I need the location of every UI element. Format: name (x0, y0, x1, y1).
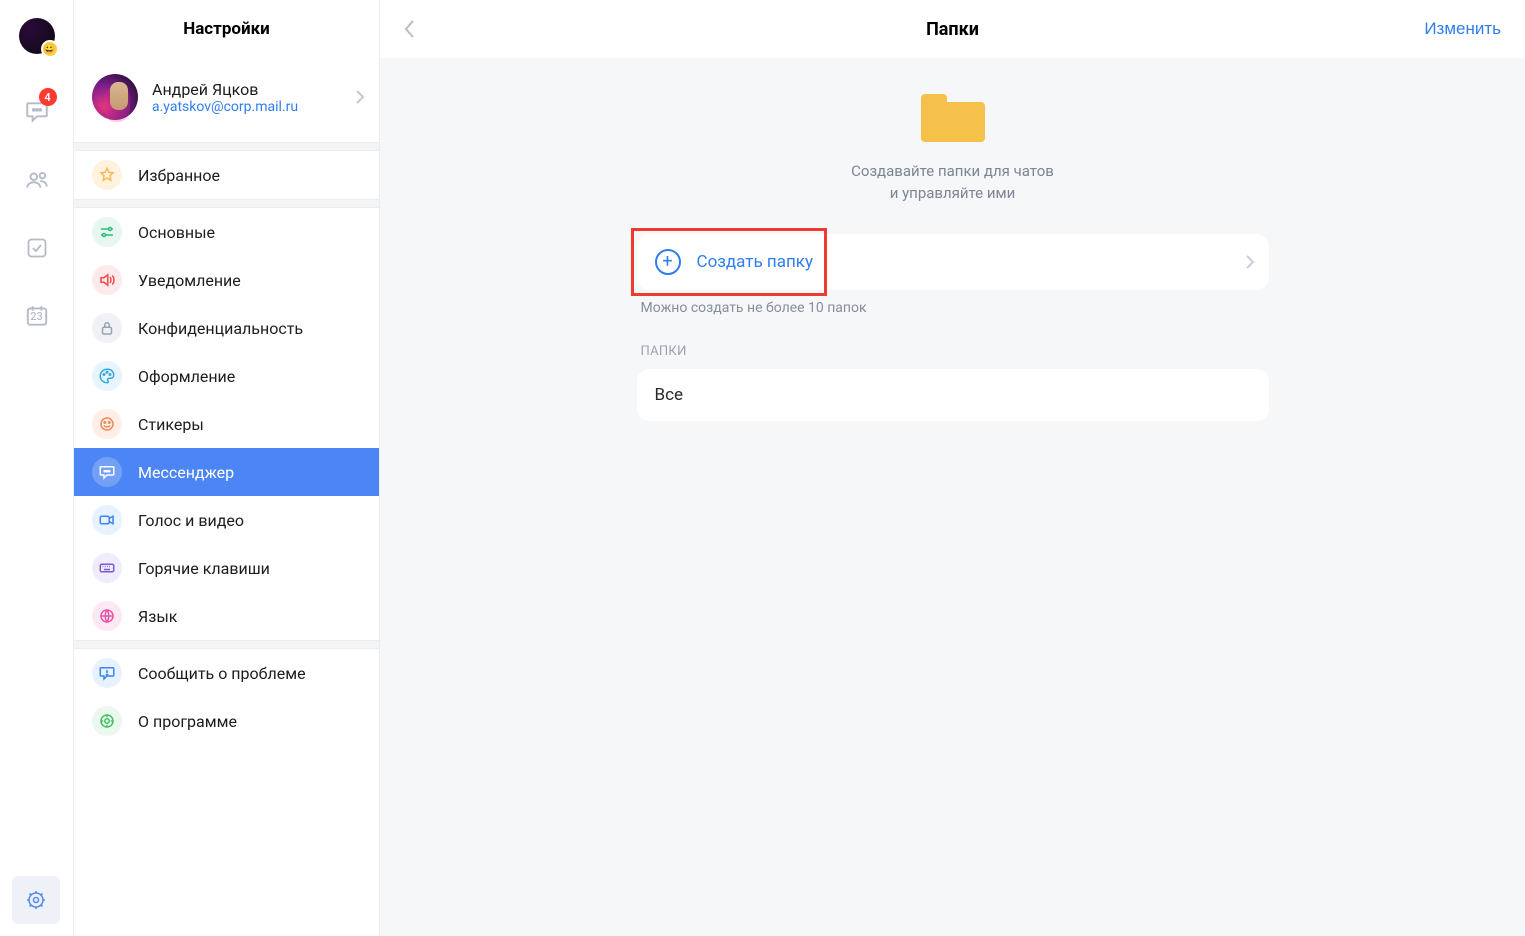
rail-contacts-button[interactable] (17, 160, 57, 200)
status-emoji-icon: 😀 (41, 40, 59, 58)
settings-item-language[interactable]: Язык (74, 592, 379, 640)
folder-item-all[interactable]: Все (655, 385, 1251, 405)
report-icon (92, 658, 122, 688)
globe-icon (92, 601, 122, 631)
hero-line-1: Создавайте папки для чатов (851, 160, 1054, 182)
settings-item-label: О программе (138, 712, 237, 731)
settings-item-label: Уведомление (138, 271, 241, 290)
speaker-icon (92, 265, 122, 295)
video-icon (92, 505, 122, 535)
topbar: Папки Изменить (380, 0, 1525, 58)
settings-item-general[interactable]: Основные (74, 208, 379, 256)
checkbox-icon (25, 236, 49, 260)
unread-badge: 4 (39, 88, 57, 106)
folder-list: Все (637, 369, 1269, 421)
about-icon (92, 706, 122, 736)
calendar-day-label: 23 (30, 310, 43, 323)
plus-circle-icon: + (655, 249, 681, 275)
settings-item-label: Мессенджер (138, 463, 234, 482)
settings-title: Настройки (74, 0, 379, 58)
settings-item-label: Стикеры (138, 415, 204, 434)
rail-tasks-button[interactable] (17, 228, 57, 268)
main-content: Папки Изменить Создавайте папки для чато… (380, 0, 1525, 936)
center-column: + Создать папку Можно создать не более 1… (637, 214, 1269, 421)
settings-item-label: Избранное (138, 166, 220, 185)
settings-item-report[interactable]: Сообщить о проблеме (74, 649, 379, 697)
settings-item-messenger[interactable]: Мессенджер (74, 448, 379, 496)
rail-chats-button[interactable]: 4 (17, 92, 57, 132)
rail-settings-button[interactable] (12, 876, 60, 924)
chat-icon (92, 457, 122, 487)
chevron-right-icon (1245, 254, 1255, 270)
settings-column: Настройки Андрей Яцков a.yatskov@corp.ma… (74, 0, 380, 936)
chevron-left-icon (404, 19, 416, 39)
star-icon (92, 160, 122, 190)
profile-info: Андрей Яцков a.yatskov@corp.mail.ru (152, 80, 298, 115)
edit-button[interactable]: Изменить (1424, 19, 1501, 39)
lock-icon (92, 313, 122, 343)
sliders-icon (92, 217, 122, 247)
settings-item-label: Горячие клавиши (138, 559, 270, 578)
settings-item-notifications[interactable]: Уведомление (74, 256, 379, 304)
profile-avatar (92, 74, 138, 120)
profile-email: a.yatskov@corp.mail.ru (152, 99, 298, 115)
divider (74, 142, 379, 151)
settings-item-label: Сообщить о проблеме (138, 664, 306, 683)
folder-icon (921, 94, 985, 140)
settings-item-favorites[interactable]: Избранное (74, 151, 379, 199)
divider (74, 199, 379, 208)
page-title: Папки (380, 19, 1525, 40)
gear-icon (24, 888, 48, 912)
back-button[interactable] (404, 19, 416, 39)
divider (74, 640, 379, 649)
settings-item-hotkeys[interactable]: Горячие клавиши (74, 544, 379, 592)
current-user-avatar[interactable]: 😀 (19, 18, 55, 54)
palette-icon (92, 361, 122, 391)
smile-icon (92, 409, 122, 439)
settings-item-privacy[interactable]: Конфиденциальность (74, 304, 379, 352)
create-folder-hint: Можно создать не более 10 папок (641, 300, 1265, 316)
settings-item-stickers[interactable]: Стикеры (74, 400, 379, 448)
hero: Создавайте папки для чатов и управляйте … (380, 58, 1525, 214)
settings-item-label: Язык (138, 607, 177, 626)
navigation-rail: 😀 4 23 (0, 0, 74, 936)
create-folder-label: Создать папку (697, 252, 814, 272)
keyboard-icon (92, 553, 122, 583)
profile-row[interactable]: Андрей Яцков a.yatskov@corp.mail.ru (74, 58, 379, 142)
settings-item-label: Основные (138, 223, 215, 242)
settings-item-about[interactable]: О программе (74, 697, 379, 745)
chevron-right-icon (355, 89, 365, 105)
folders-section-label: ПАПКИ (641, 344, 1265, 359)
profile-name: Андрей Яцков (152, 80, 298, 99)
hero-line-2: и управляйте ими (890, 182, 1016, 204)
settings-item-label: Оформление (138, 367, 235, 386)
people-icon (24, 167, 50, 193)
settings-item-label: Конфиденциальность (138, 319, 303, 338)
settings-item-label: Голос и видео (138, 511, 244, 530)
settings-item-voice-video[interactable]: Голос и видео (74, 496, 379, 544)
create-folder-row[interactable]: + Создать папку (637, 234, 1269, 290)
settings-item-appearance[interactable]: Оформление (74, 352, 379, 400)
rail-calendar-button[interactable]: 23 (17, 296, 57, 336)
